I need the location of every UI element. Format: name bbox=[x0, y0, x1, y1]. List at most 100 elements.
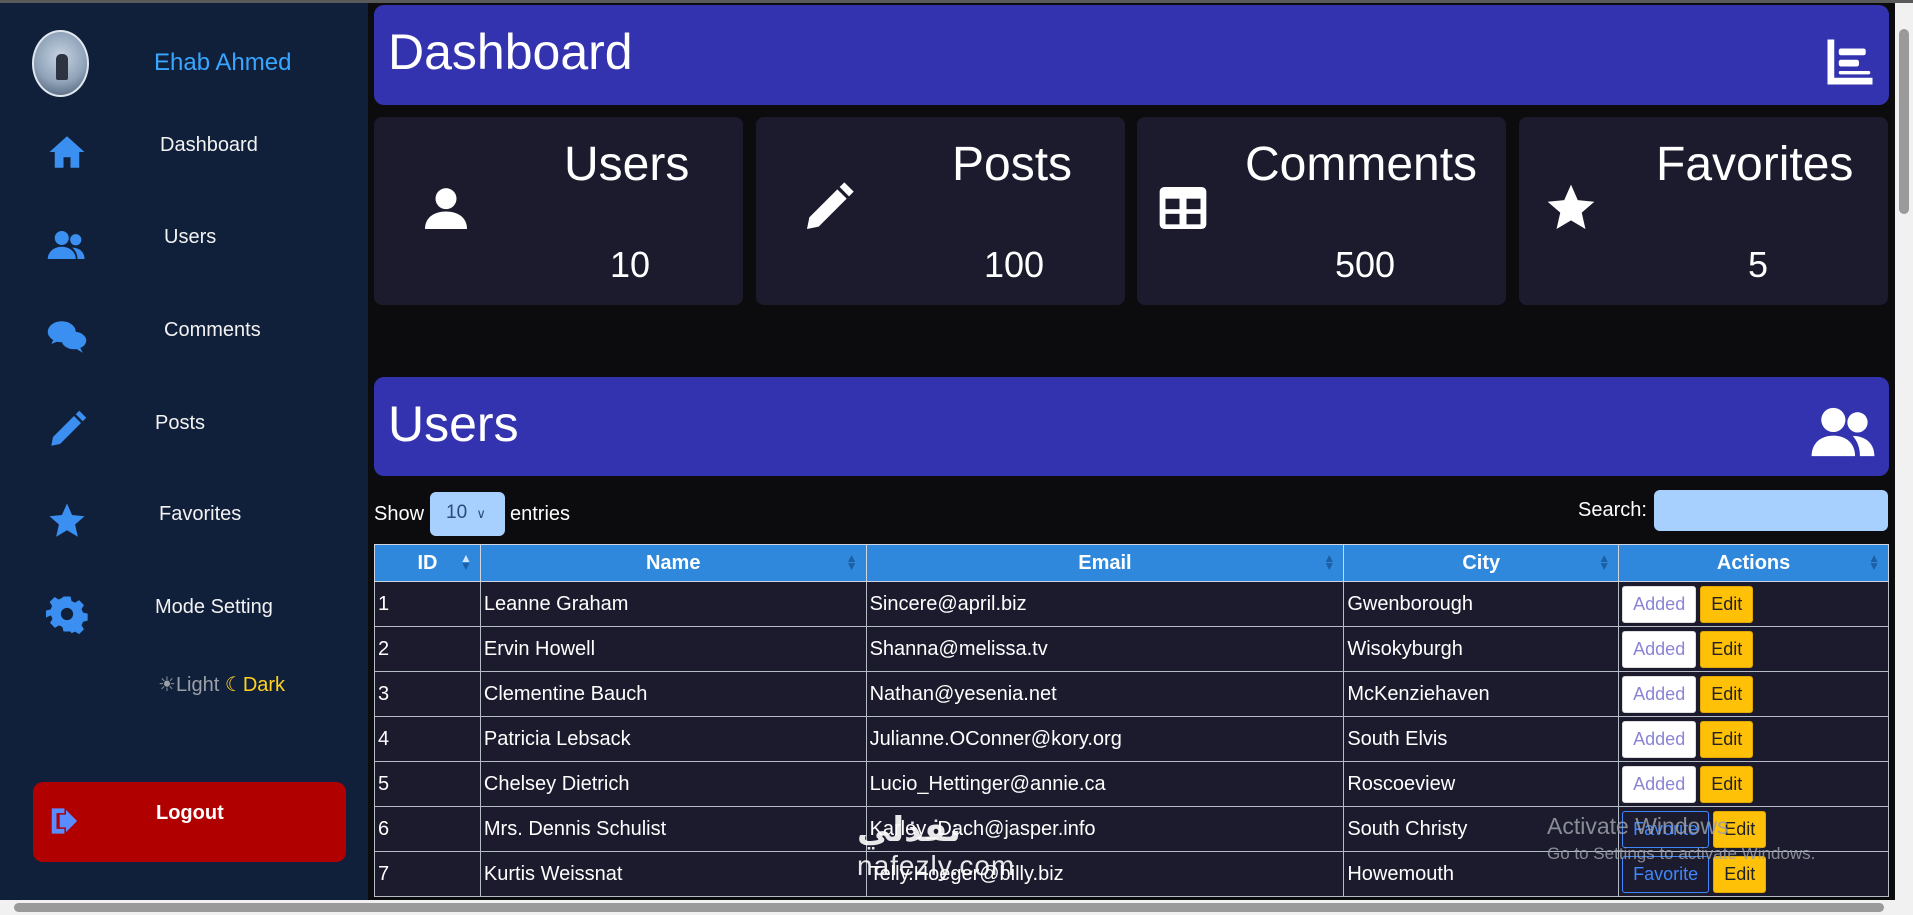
cell-actions: Added Edit bbox=[1618, 581, 1889, 627]
cell-name: Ervin Howell bbox=[479, 626, 867, 672]
cell-actions: Added Edit bbox=[1618, 671, 1889, 717]
edit-button[interactable]: Edit bbox=[1700, 720, 1754, 758]
entries-select-value: 10 bbox=[446, 502, 468, 523]
cell-city: Gwenborough bbox=[1343, 581, 1620, 627]
users-icon bbox=[1809, 403, 1877, 461]
sidebar-item-label: Comments bbox=[164, 319, 261, 341]
cell-id: 2 bbox=[374, 626, 481, 672]
column-header-email[interactable]: Email ▲ ▼ bbox=[865, 544, 1345, 582]
cell-email: Julianne.OConner@kory.org bbox=[865, 716, 1345, 762]
user-name: Ehab Ahmed bbox=[154, 49, 292, 76]
cell-email: Sincere@april.biz bbox=[865, 581, 1345, 627]
added-button[interactable]: Added bbox=[1622, 630, 1697, 668]
sort-icon: ▲ ▼ bbox=[1323, 551, 1336, 573]
added-button[interactable]: Added bbox=[1622, 720, 1697, 758]
added-button[interactable]: Added bbox=[1622, 675, 1697, 713]
cell-name: Patricia Lebsack bbox=[479, 716, 867, 762]
cell-id: 5 bbox=[374, 761, 481, 807]
cell-actions: Added Edit bbox=[1618, 761, 1889, 807]
cell-id: 6 bbox=[374, 806, 481, 852]
card-value: 100 bbox=[984, 244, 1045, 285]
site-watermark-logo: نفذلي nafezly.com bbox=[857, 810, 1015, 882]
dashboard-header: Dashboard bbox=[374, 5, 1889, 105]
added-button[interactable]: Added bbox=[1622, 765, 1697, 803]
avatar[interactable] bbox=[32, 30, 89, 97]
sidebar-item-dashboard[interactable]: Dashboard bbox=[0, 118, 368, 178]
cell-actions: Added Edit bbox=[1618, 716, 1889, 762]
column-header-name[interactable]: Name ▲ ▼ bbox=[479, 544, 867, 582]
entries-select[interactable]: 10 ∨ bbox=[430, 492, 505, 536]
card-value: 500 bbox=[1335, 244, 1396, 285]
stat-card-comments: Comments 500 bbox=[1137, 117, 1506, 305]
sidebar-item-label: Mode Setting bbox=[155, 596, 273, 618]
cell-city: McKenziehaven bbox=[1343, 671, 1620, 717]
sidebar-item-comments[interactable]: Comments bbox=[0, 303, 368, 363]
edit-button[interactable]: Edit bbox=[1700, 765, 1754, 803]
logout-button[interactable]: Logout bbox=[33, 782, 346, 862]
cell-email: Nathan@yesenia.net bbox=[865, 671, 1345, 717]
section-title: Users bbox=[388, 396, 519, 452]
cell-city: South Elvis bbox=[1343, 716, 1620, 762]
brand-arabic: نفذلي bbox=[857, 811, 962, 849]
cell-name: Mrs. Dennis Schulist bbox=[479, 806, 867, 852]
table-row: 5 Chelsey Dietrich Lucio_Hettinger@annie… bbox=[374, 761, 1889, 807]
edit-button[interactable]: Edit bbox=[1700, 630, 1754, 668]
scrollbar-thumb[interactable] bbox=[1899, 29, 1909, 214]
entries-label: entries bbox=[510, 503, 571, 525]
sidebar-item-label: Favorites bbox=[159, 503, 242, 525]
search-label: Search: bbox=[1578, 499, 1647, 521]
home-icon bbox=[46, 131, 88, 173]
card-title: Favorites bbox=[1656, 138, 1854, 191]
cell-email: Lucio_Hettinger@annie.ca bbox=[865, 761, 1345, 807]
card-title: Users bbox=[564, 138, 690, 191]
stat-card-favorites: Favorites 5 bbox=[1519, 117, 1888, 305]
mode-light-option[interactable]: Light bbox=[176, 674, 219, 696]
card-title: Comments bbox=[1245, 138, 1478, 191]
edit-button[interactable]: Edit bbox=[1700, 585, 1754, 623]
search-input[interactable] bbox=[1654, 490, 1888, 531]
cell-id: 7 bbox=[374, 851, 481, 897]
mode-toggle: ☀Light ☾Dark bbox=[158, 672, 285, 697]
chevron-down-icon: ∨ bbox=[476, 506, 486, 521]
vertical-scrollbar[interactable] bbox=[1895, 3, 1913, 900]
sort-icon: ▲ ▼ bbox=[1598, 551, 1611, 573]
scrollbar-thumb[interactable] bbox=[14, 903, 1884, 912]
horizontal-scrollbar[interactable] bbox=[0, 900, 1913, 915]
pencil-icon bbox=[46, 409, 88, 451]
cell-city: Wisokyburgh bbox=[1343, 626, 1620, 672]
show-label: Show bbox=[374, 503, 425, 525]
table-row: 3 Clementine Bauch Nathan@yesenia.net Mc… bbox=[374, 671, 1889, 717]
column-header-actions[interactable]: Actions ▲ ▼ bbox=[1618, 544, 1889, 582]
sidebar-item-label: Dashboard bbox=[160, 134, 258, 156]
sidebar: Ehab Ahmed Dashboard Users Comments Post… bbox=[0, 3, 368, 900]
users-icon bbox=[46, 224, 88, 266]
brand-latin: nafezly.com bbox=[857, 850, 1016, 881]
logout-icon bbox=[47, 802, 85, 840]
sort-icon: ▲ ▼ bbox=[1868, 551, 1880, 573]
moon-icon: ☾ bbox=[224, 674, 243, 696]
sidebar-item-label: Users bbox=[164, 226, 217, 248]
cell-name: Leanne Graham bbox=[479, 581, 867, 627]
sort-icon: ▲ ▼ bbox=[460, 551, 472, 573]
sort-icon: ▲ ▼ bbox=[845, 551, 858, 573]
pencil-icon bbox=[800, 180, 856, 236]
users-section-header: Users bbox=[374, 377, 1889, 476]
card-value: 10 bbox=[610, 244, 651, 285]
mode-dark-option[interactable]: Dark bbox=[243, 674, 285, 696]
sidebar-item-users[interactable]: Users bbox=[0, 211, 368, 271]
stat-card-posts: Posts 100 bbox=[756, 117, 1125, 305]
sidebar-item-mode-setting[interactable]: Mode Setting bbox=[0, 581, 368, 641]
page-title: Dashboard bbox=[388, 24, 633, 80]
cell-id: 3 bbox=[374, 671, 481, 717]
cell-email: Shanna@melissa.tv bbox=[865, 626, 1345, 672]
avatar-figure bbox=[56, 54, 68, 80]
sidebar-item-posts[interactable]: Posts bbox=[0, 396, 368, 456]
column-header-city[interactable]: City ▲ ▼ bbox=[1343, 544, 1620, 582]
stat-card-users: Users 10 bbox=[374, 117, 743, 305]
star-icon bbox=[46, 500, 88, 542]
edit-button[interactable]: Edit bbox=[1700, 675, 1754, 713]
added-button[interactable]: Added bbox=[1622, 585, 1697, 623]
column-header-id[interactable]: ID ▲ ▼ bbox=[374, 544, 481, 582]
cell-actions: Added Edit bbox=[1618, 626, 1889, 672]
sidebar-item-favorites[interactable]: Favorites bbox=[0, 488, 368, 548]
